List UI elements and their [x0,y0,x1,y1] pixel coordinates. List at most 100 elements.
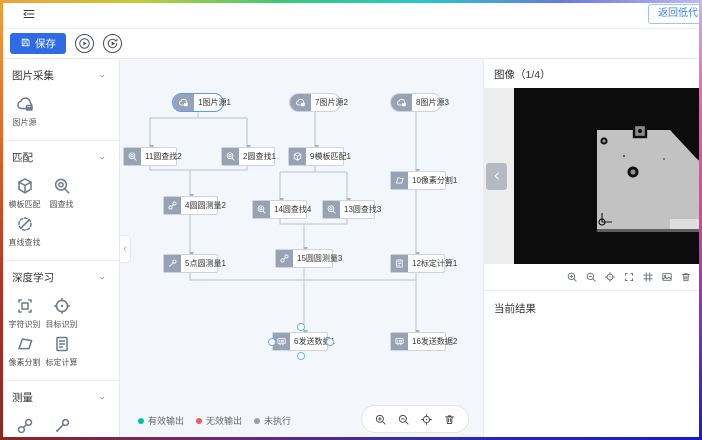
zoom-out-button[interactable] [397,413,410,426]
flow-node[interactable]: 15圆圆测量3 [275,249,333,268]
legend-item: 无效输出 [196,414,242,427]
sidebar-item-模板匹配[interactable]: 模板匹配 [7,176,42,210]
flow-canvas[interactable]: 有效输出无效输出未执行 1图片源17图片源28图片源311圆查找22圆查找19模… [120,59,483,439]
flow-node[interactable]: 4圆圆测量2 [163,196,218,215]
sidebar-section-header[interactable]: 测量 [0,381,119,412]
zoom-in-button[interactable] [374,413,387,426]
calc-icon [391,255,408,272]
camera-image [514,88,702,264]
cube-icon [15,176,35,196]
flow-node[interactable]: 10像素分割1 [390,171,446,190]
play-loop-icon [106,37,119,50]
current-results-section: 当前结果 [484,290,702,439]
sidebar-item-圆查找[interactable]: 圆查找 [44,176,79,210]
sidebar-item-字符识别[interactable]: 字符识别 [7,296,42,330]
legend-dot [196,418,202,424]
sidebar-item-label: 模板匹配 [9,199,41,210]
menu-fold-icon[interactable] [22,7,36,21]
segment-icon [15,334,35,354]
flow-node-label: 13圆查找3 [340,201,385,218]
flow-node-label: 4圆圆测量2 [181,197,230,214]
trash-button[interactable] [680,271,692,283]
main-area: 图片采集图片源匹配模板匹配圆查找直线查找深度学习字符识别目标识别像素分割标定计算… [0,59,702,439]
ocr-icon [15,296,35,316]
sidebar-item-点圆测量[interactable]: 点圆测量 [44,416,79,439]
cloud-image-icon [173,94,194,111]
sidebar-section-header[interactable]: 匹配 [0,141,119,172]
connection-handle[interactable] [297,323,305,331]
chevron-left-icon [121,245,129,253]
cloud-image-icon [391,94,412,111]
locate-button[interactable] [420,413,433,426]
flow-node-label: 2圆查找1 [239,148,280,165]
toolbar: 保存 [0,29,702,59]
sidebar-item-图片源[interactable]: 图片源 [7,94,42,128]
circle-circle-measure-icon [15,416,35,436]
flow-node[interactable]: 2圆查找1 [221,147,275,166]
sidebar-section-title: 深度学习 [12,270,54,285]
sidebar-section-header[interactable]: 图片采集 [0,59,119,90]
fullscreen-icon [623,271,635,283]
back-to-lowcode-button[interactable]: 返回低代 [648,4,702,24]
trash-icon [680,271,692,283]
flow-node[interactable]: 11圆查找2 [123,147,177,166]
flow-node[interactable]: 8图片源3 [390,93,442,112]
prev-image-button[interactable] [486,163,507,190]
flow-node[interactable]: 7图片源2 [289,93,341,112]
flow-node[interactable]: 16发送数据2 [390,332,446,351]
sidebar-item-像素分割[interactable]: 像素分割 [7,334,42,368]
sidebar-section-items: 圆圆测量点圆测量点点测量 [0,412,119,439]
image-panel: 图像（1/4） [483,59,702,439]
point-circle-measure-icon [164,255,181,272]
flow-node-label: 15圆圆测量3 [293,250,346,267]
flow-node[interactable]: 12标定计算1 [390,254,445,273]
sidebar-item-目标识别[interactable]: 目标识别 [44,296,79,330]
zoom-out-button[interactable] [585,271,597,283]
cube-icon [289,148,306,165]
sidebar-item-label: 字符识别 [9,319,41,330]
fullscreen-button[interactable] [623,271,635,283]
sidebar-section-header[interactable]: 深度学习 [0,261,119,292]
sidebar-section-items: 图片源 [0,90,119,138]
grid-icon [642,271,654,283]
flow-node[interactable]: 6发送数据1 [272,332,328,351]
sidebar-item-label: 图片源 [13,117,37,128]
sidebar-item-label: 直线查找 [9,237,41,248]
connection-handle[interactable] [268,338,276,346]
chevron-down-icon [97,273,107,283]
circle-circle-measure-icon [276,250,293,267]
sidebar-item-直线查找[interactable]: 直线查找 [7,214,42,248]
sidebar-section-title: 匹配 [12,150,33,165]
sidebar-item-label: 目标识别 [46,319,78,330]
legend-item: 有效输出 [138,414,184,427]
run-once-button[interactable] [75,34,94,53]
flow-node[interactable]: 5点圆测量1 [163,254,218,273]
locate-icon [420,413,433,426]
run-buttons [75,34,122,53]
locate-button[interactable] [604,271,616,283]
flow-node-label: 7图片源2 [311,94,352,111]
zoom-in-button[interactable] [566,271,578,283]
inspection-image[interactable] [514,88,702,264]
grid-button[interactable] [642,271,654,283]
cloud-image-icon [15,94,35,114]
trash-button[interactable] [443,413,456,426]
sidebar-collapse-handle[interactable] [120,235,131,263]
zoom-in-icon [374,413,387,426]
connection-handle[interactable] [297,352,305,360]
connection-handle[interactable] [326,338,334,346]
sidebar-section-title: 图片采集 [12,68,54,83]
flow-node-label: 1图片源1 [194,94,235,111]
compare-button[interactable] [661,271,673,283]
flow-node[interactable]: 14圆查找4 [252,200,307,219]
flow-node[interactable]: 9模板匹配1 [288,147,344,166]
sidebar-item-label: 像素分割 [9,357,41,368]
target-icon [52,296,72,316]
save-button[interactable]: 保存 [10,33,66,54]
sidebar-item-圆圆测量[interactable]: 圆圆测量 [7,416,42,439]
chevron-down-icon [97,71,107,81]
flow-node[interactable]: 13圆查找3 [322,200,375,219]
flow-node[interactable]: 1图片源1 [172,93,224,112]
sidebar-item-标定计算[interactable]: 标定计算 [44,334,79,368]
run-loop-button[interactable] [103,34,122,53]
